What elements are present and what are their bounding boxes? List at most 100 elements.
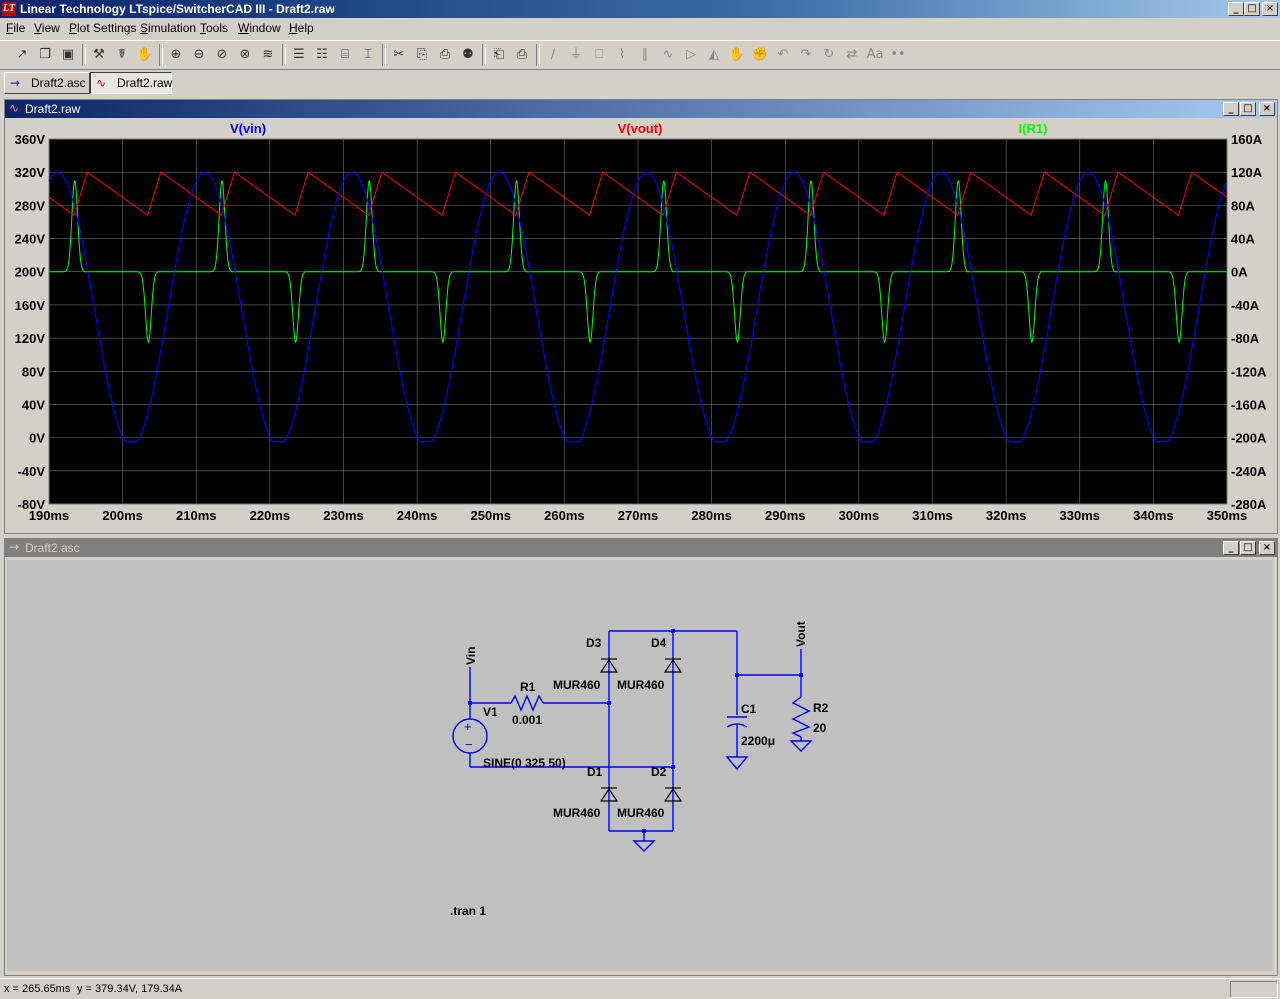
schematic-maximize-button[interactable]: □	[1240, 541, 1256, 555]
paste-icon[interactable]: ⎙	[435, 45, 455, 65]
plot-minimize-button[interactable]: _	[1223, 102, 1239, 116]
run-icon[interactable]: ☤	[112, 45, 132, 65]
y-right-tick-label: 160A	[1231, 132, 1263, 147]
tab-label: Draft2.raw	[117, 76, 173, 90]
minimize-button[interactable]: _	[1228, 2, 1244, 16]
app-title: Linear Technology LTspice/SwitcherCAD II…	[20, 2, 335, 16]
ground-icon	[725, 756, 749, 771]
d2-label: D2	[651, 765, 667, 779]
menu-help[interactable]: Help	[289, 21, 314, 35]
zoom-out-icon[interactable]: ⊖	[189, 45, 209, 65]
zoom-cancel-icon[interactable]: ⊗	[235, 45, 255, 65]
menu-file[interactable]: File	[6, 21, 25, 35]
tile-horizontal-icon[interactable]: ☷	[312, 45, 332, 65]
find-icon[interactable]: ⚉	[458, 45, 478, 65]
x-tick-label: 250ms	[471, 508, 511, 523]
y-right-tick-label: -240A	[1231, 464, 1267, 479]
legend-2[interactable]: I(R1)	[1019, 121, 1048, 136]
y-left-tick-label: 200V	[15, 265, 46, 280]
schematic-window-title: Draft2.asc	[25, 541, 80, 555]
schematic-minimize-button[interactable]: _	[1223, 541, 1239, 555]
y-left-tick-label: 80V	[22, 364, 45, 379]
app-title-bar[interactable]: LT Linear Technology LTspice/SwitcherCAD…	[0, 0, 1280, 18]
pan-icon[interactable]: ✋	[135, 45, 155, 65]
rotate-icon[interactable]: ↻	[819, 45, 839, 65]
plot-pane-icon[interactable]: ☰	[289, 45, 309, 65]
y-right-tick-label: 80A	[1231, 198, 1255, 213]
text-icon[interactable]: Aa	[865, 45, 885, 65]
legend-0[interactable]: V(vin)	[230, 121, 266, 136]
junction	[642, 829, 646, 833]
y-right-tick-label: 0A	[1231, 265, 1248, 280]
schematic-window-title-bar[interactable]: → Draft2.asc _ □ ×	[5, 539, 1277, 557]
new-schematic-icon[interactable]: ↗	[12, 45, 32, 65]
resistor-r1[interactable]	[510, 694, 544, 712]
menu-plot-settings[interactable]: Plot Settings	[69, 21, 136, 35]
resistor-icon[interactable]: ⌇	[612, 45, 632, 65]
zoom-fit-icon[interactable]: ⊘	[212, 45, 232, 65]
cut-icon[interactable]: ✂	[389, 45, 409, 65]
open-icon[interactable]: ❐	[35, 45, 55, 65]
redo-icon[interactable]: ↷	[796, 45, 816, 65]
capacitor-icon[interactable]: ∥	[635, 45, 655, 65]
menu-window[interactable]: Window	[238, 21, 281, 35]
menu-view[interactable]: View	[34, 21, 60, 35]
print-preview-icon[interactable]: ⎗	[489, 45, 509, 65]
autorange-icon[interactable]: ≋	[258, 45, 278, 65]
wire-icon[interactable]: ∕	[543, 45, 563, 65]
y-left-tick-label: -80V	[18, 497, 46, 512]
x-tick-label: 280ms	[691, 508, 731, 523]
copy-icon[interactable]: ⎘	[412, 45, 432, 65]
y-left-tick-label: 280V	[15, 198, 46, 213]
tab-label: Draft2.asc	[31, 76, 86, 90]
move-icon[interactable]: ✋	[727, 45, 747, 65]
y-left-tick-label: -40V	[18, 464, 46, 479]
ground-icon[interactable]: ⏚	[566, 45, 586, 65]
d3-label: D3	[586, 636, 602, 650]
label-icon[interactable]: ⎕	[589, 45, 609, 65]
y-right-tick-label: -40A	[1231, 298, 1260, 313]
control-panel-icon[interactable]: ⚒	[89, 45, 109, 65]
junction	[468, 701, 472, 705]
toolbar-separator	[82, 44, 86, 66]
x-tick-label: 230ms	[323, 508, 363, 523]
diode-icon[interactable]: ▷	[681, 45, 701, 65]
component-icon[interactable]: ◭	[704, 45, 724, 65]
plot-window-title-bar[interactable]: ∿ Draft2.raw _ □ ×	[5, 100, 1277, 118]
maximize-button[interactable]: □	[1244, 2, 1260, 16]
drag-icon[interactable]: ✊	[750, 45, 770, 65]
schematic-canvas[interactable]: + − Vin Vout R1 0.001 V1 SINE(0 325 50) …	[7, 560, 1273, 971]
undo-icon[interactable]: ↶	[773, 45, 793, 65]
x-tick-label: 310ms	[912, 508, 952, 523]
mirror-icon[interactable]: ⇄	[842, 45, 862, 65]
plot-window-title: Draft2.raw	[25, 102, 81, 116]
tab-draft2-raw[interactable]: ∿ Draft2.raw	[90, 72, 172, 94]
junction	[735, 673, 739, 677]
v1-value: SINE(0 325 50)	[483, 756, 566, 770]
x-tick-label: 340ms	[1133, 508, 1173, 523]
close-button[interactable]: ×	[1262, 2, 1278, 16]
plot-maximize-button[interactable]: □	[1240, 102, 1256, 116]
spice-directive[interactable]: .tran 1	[450, 904, 486, 918]
toolbar-separator	[536, 44, 540, 66]
legend-1[interactable]: V(vout)	[618, 121, 663, 136]
x-tick-label: 290ms	[765, 508, 805, 523]
resistor-r2[interactable]	[791, 696, 811, 738]
save-icon[interactable]: ▣	[58, 45, 78, 65]
toolbar-separator	[382, 44, 386, 66]
inductor-icon[interactable]: ∿	[658, 45, 678, 65]
c1-value: 2200μ	[741, 734, 775, 748]
menu-simulation[interactable]: Simulation	[140, 21, 196, 35]
plot-close-button[interactable]: ×	[1259, 102, 1275, 116]
d4-model: MUR460	[617, 678, 665, 692]
print-icon[interactable]: ⎙	[512, 45, 532, 65]
zoom-in-icon[interactable]: ⊕	[166, 45, 186, 65]
spice-directive-icon[interactable]: ••	[888, 45, 908, 65]
cascade-icon[interactable]: ⌸	[335, 45, 355, 65]
plot-window: ∿ Draft2.raw _ □ × 190ms 200ms 210ms 220ms 2…	[4, 99, 1278, 534]
tab-draft2-asc[interactable]: → Draft2.asc	[4, 72, 90, 94]
tile-vertical-icon[interactable]: ⌶	[358, 45, 378, 65]
schematic-close-button[interactable]: ×	[1259, 541, 1275, 555]
waveform-plot[interactable]: 190ms 200ms 210ms 220ms 230ms 240ms 250ms 260ms…	[5, 119, 1277, 531]
menu-tools[interactable]: Tools	[200, 21, 228, 35]
